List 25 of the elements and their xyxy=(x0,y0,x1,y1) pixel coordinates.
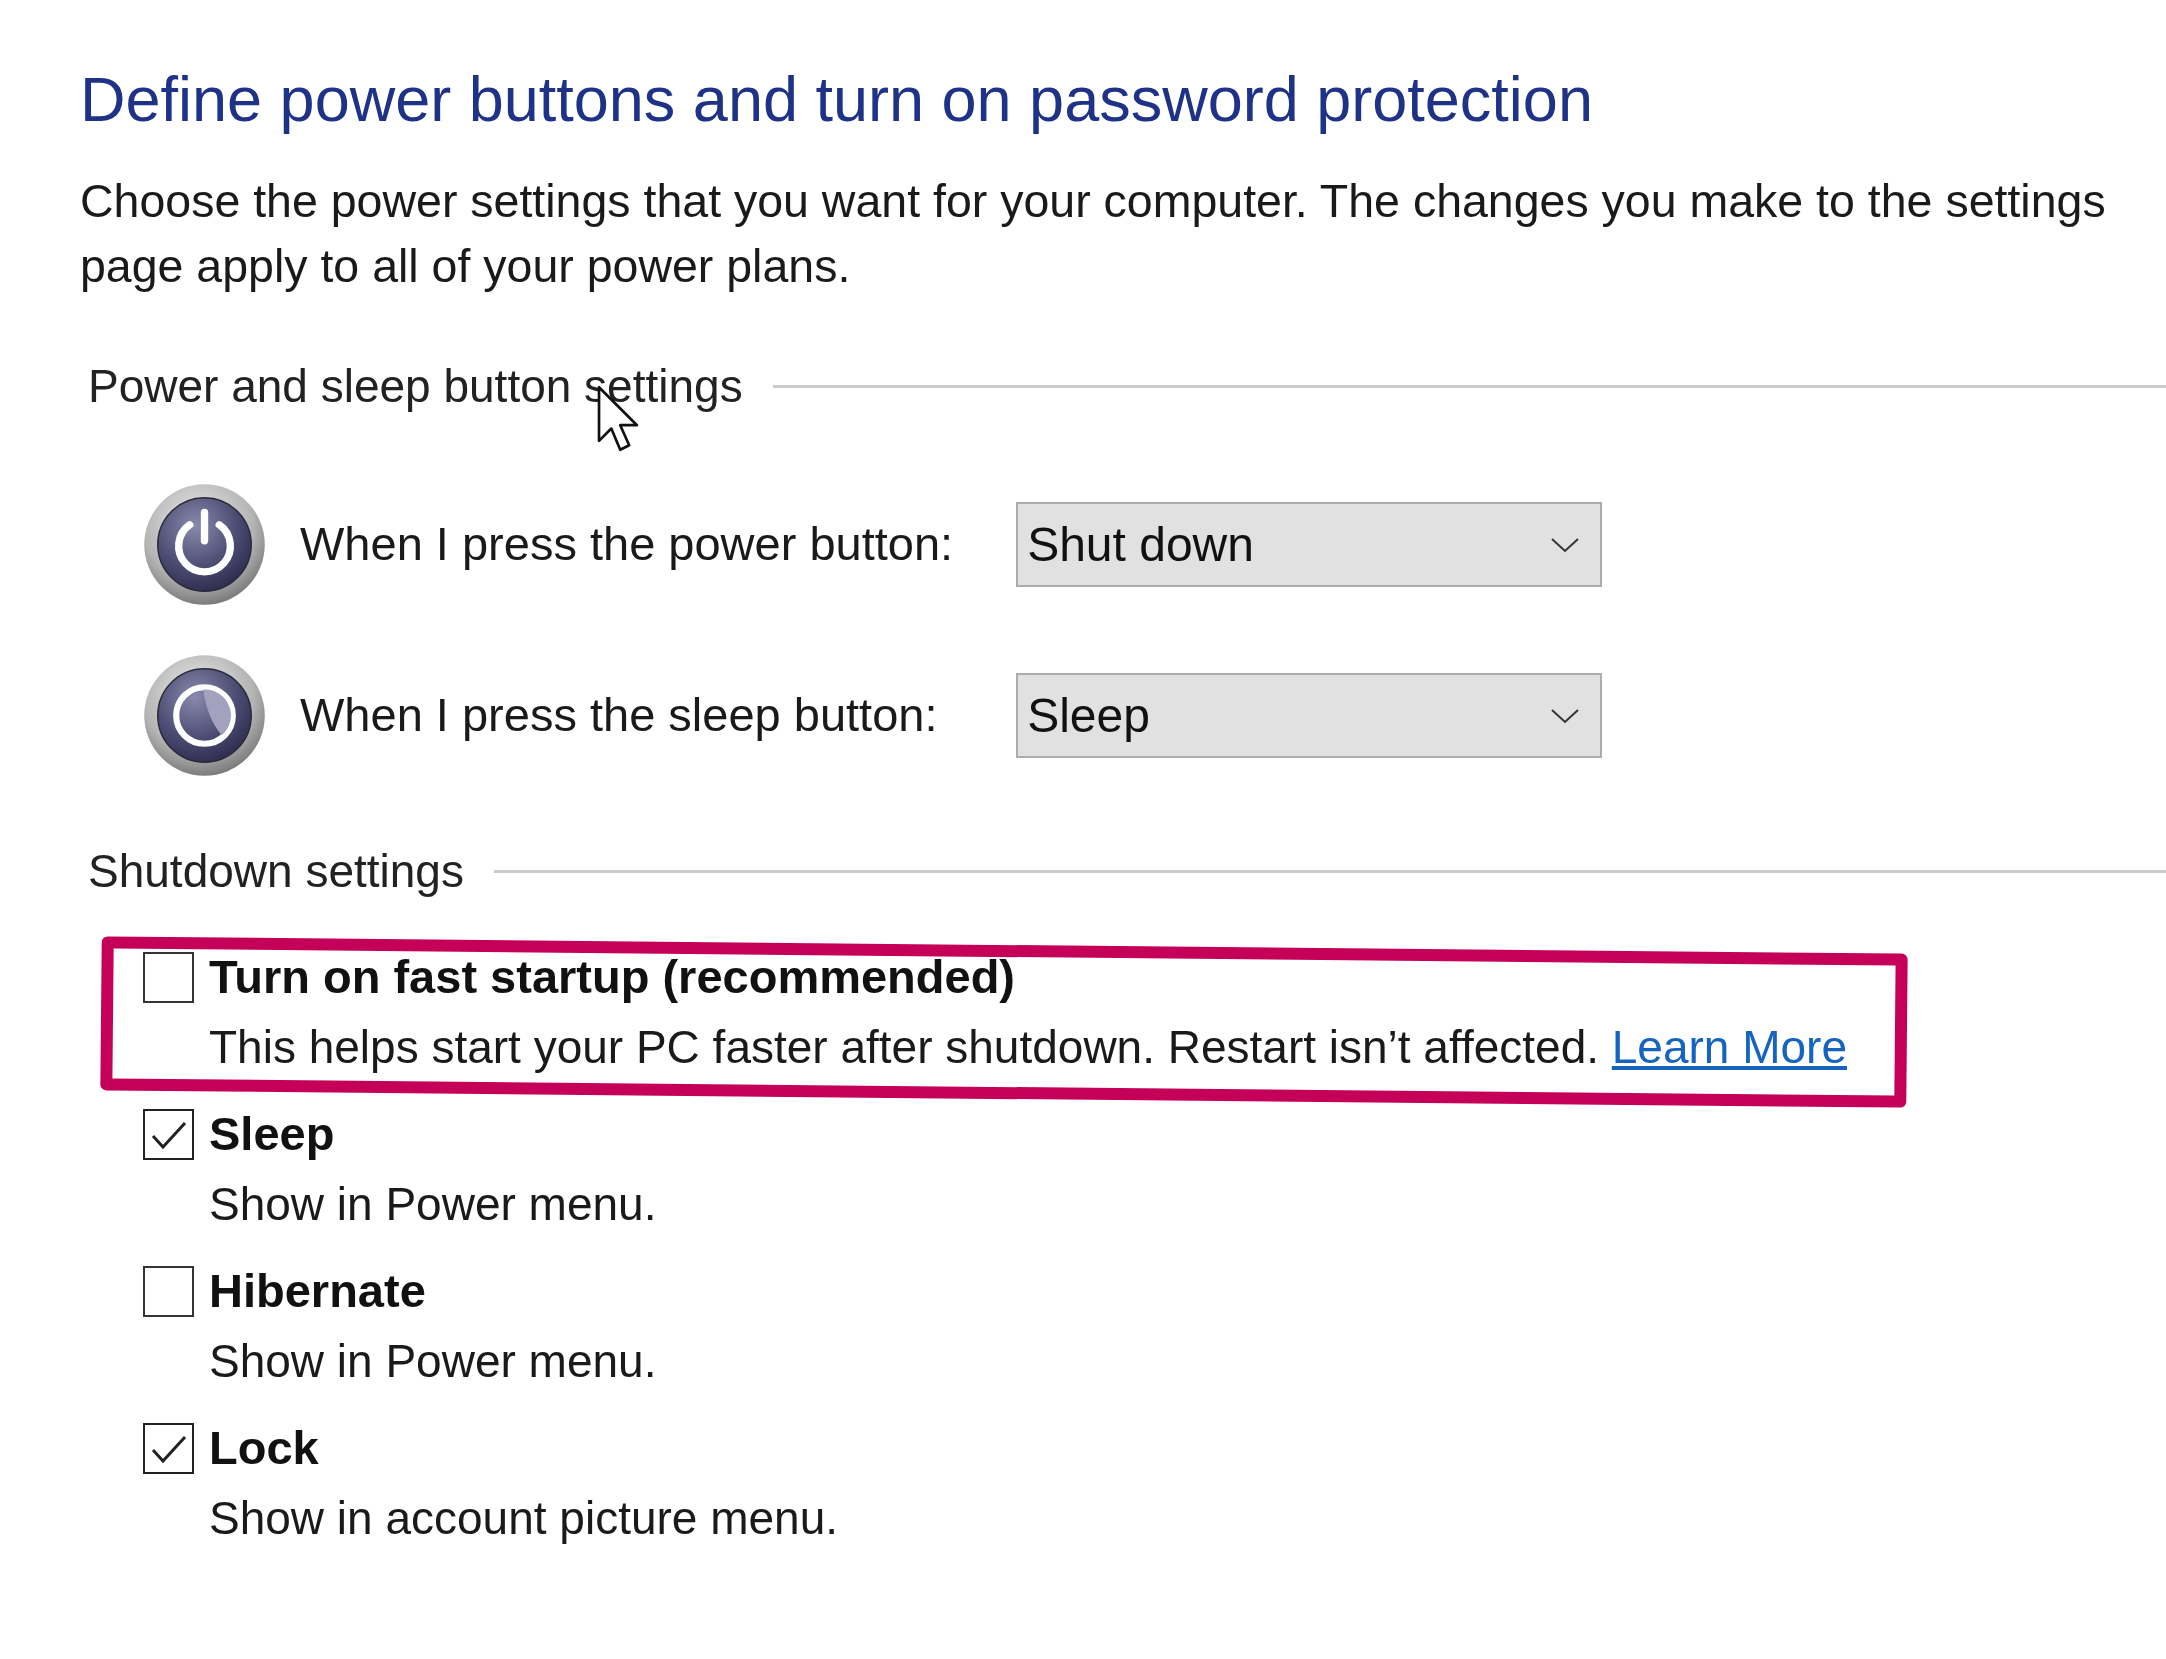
dropdown[interactable]: Sleep xyxy=(1016,673,1603,758)
section-heading: Power and sleep button settings xyxy=(88,362,743,411)
option-description: Show in Power menu. xyxy=(209,1336,657,1386)
checkbox[interactable] xyxy=(143,1423,194,1474)
section-heading: Shutdown settings xyxy=(88,847,464,896)
chevron-down-icon xyxy=(1550,707,1581,724)
option-title: Turn on fast startup (recommended) xyxy=(209,949,1016,1006)
field-label: When I press the power button: xyxy=(300,516,954,573)
power-icon xyxy=(143,483,266,606)
learn-more-link[interactable]: Learn More xyxy=(1611,1021,1847,1073)
option-title: Sleep xyxy=(209,1106,335,1163)
checkbox[interactable] xyxy=(143,1266,194,1317)
dropdown[interactable]: Shut down xyxy=(1016,502,1603,587)
moon-icon xyxy=(143,654,266,777)
checkbox[interactable] xyxy=(143,952,194,1003)
option-description: Show in Power menu. xyxy=(209,1179,657,1229)
option-description: Show in account picture menu. xyxy=(209,1493,839,1543)
checkbox[interactable] xyxy=(143,1109,194,1160)
option-title: Lock xyxy=(209,1420,319,1477)
page-title: Define power buttons and turn on password protection xyxy=(80,66,1594,133)
chevron-down-icon xyxy=(1550,536,1581,553)
description-text: Choose the power settings that you want for your computer. The changes you make to the settings page apply to all of your power plans. xyxy=(80,174,2107,294)
option-title: Hibernate xyxy=(209,1263,426,1320)
option-description: This helps start your PC faster after shutdown. Restart isn’t affected. Learn More xyxy=(209,1022,1847,1072)
field-label: When I press the sleep button: xyxy=(300,687,939,744)
